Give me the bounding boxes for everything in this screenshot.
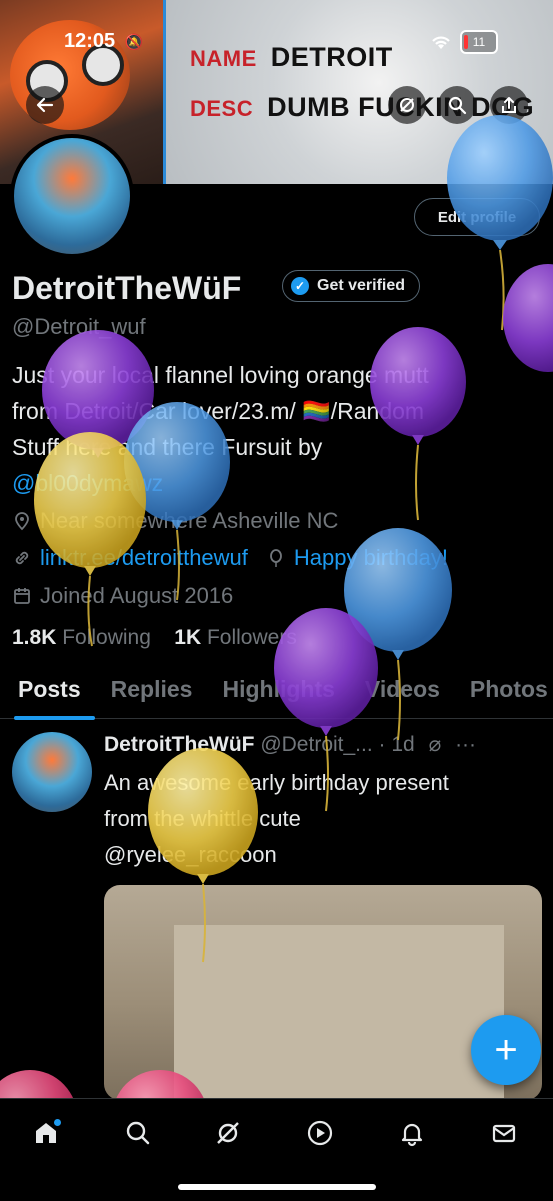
status-time: 12:05 🔕 [64, 30, 144, 52]
display-name: DetroitTheWüF [12, 270, 242, 306]
joined-text: Joined August 2016 [40, 583, 234, 608]
battery-indicator: 11 [460, 30, 498, 54]
tab-posts[interactable]: Posts [0, 670, 95, 720]
followers-link[interactable]: 1K Followers [174, 626, 297, 649]
profile-handle: @Detroit_wuf [12, 314, 146, 339]
bio-line: from Detroit/Car lover/23.m/ 🏳️‍🌈/Random [12, 398, 425, 424]
compose-button[interactable]: + [471, 1015, 541, 1085]
link-icon [15, 551, 29, 565]
share-icon [502, 97, 516, 113]
post-text-line: An awesome early birthday present [104, 770, 449, 795]
tab-highlights[interactable]: Highlights [204, 670, 346, 718]
post-time: · 1d [378, 733, 415, 756]
calendar-icon [14, 588, 30, 604]
following-link[interactable]: 1.8K Following [12, 626, 151, 649]
grok-icon[interactable]: ⌀ [429, 733, 442, 756]
get-verified-button[interactable]: ✓ Get verified [282, 270, 421, 302]
mute-icon: 🔕 [124, 34, 144, 51]
home-indicator [178, 1184, 376, 1190]
banner-name-key: NAME [190, 46, 257, 71]
mail-icon [492, 1124, 516, 1143]
edit-profile-button[interactable]: Edit profile [414, 198, 540, 236]
share-button[interactable] [490, 86, 528, 124]
balloon-yellow [34, 432, 146, 647]
balloon-icon [270, 549, 282, 567]
grok-button[interactable] [388, 86, 426, 124]
post-mention-link[interactable]: @ryelee_raccoon [104, 842, 277, 868]
location-text: Near somewhere Asheville NC [40, 508, 339, 533]
grok-icon [217, 1122, 239, 1144]
nav-notifications[interactable] [392, 1113, 432, 1153]
nav-messages[interactable] [484, 1113, 524, 1153]
location-pin-icon [15, 512, 29, 531]
profile-links-row: linktr.ee/detroitthewuf Happy birthday! [12, 545, 448, 571]
back-button[interactable] [26, 86, 64, 124]
play-icon [307, 1120, 333, 1146]
banner-name-value: DETROIT [270, 42, 393, 72]
nav-video[interactable] [300, 1113, 340, 1153]
profile-avatar[interactable] [10, 134, 134, 258]
post-author-handle: @Detroit_... [260, 733, 373, 756]
banner-name-row: NAME DETROIT [190, 42, 393, 73]
nav-home[interactable] [26, 1113, 66, 1153]
bell-icon [401, 1123, 423, 1147]
grok-icon [400, 98, 414, 112]
banner-desc-row: DESCDUMB FUCKIN DOG [190, 92, 534, 123]
follow-counts: 1.8K Following 1K Followers [12, 626, 297, 650]
search-icon [126, 1121, 150, 1145]
tab-replies[interactable]: Replies [93, 670, 205, 718]
more-options-icon[interactable]: ··· [455, 733, 476, 756]
get-verified-label: Get verified [317, 277, 406, 294]
birthday-link[interactable]: Happy birthday! [294, 545, 448, 571]
bio-line: Stuff here and there Fursuit by [12, 434, 323, 460]
plus-icon: + [494, 1027, 518, 1072]
post-header: DetroitTheWüF @Detroit_... · 1d ⌀ ··· [104, 732, 476, 757]
verified-check-icon: ✓ [291, 277, 309, 295]
balloon-purple [503, 264, 553, 372]
nav-search[interactable] [118, 1113, 158, 1153]
post-avatar[interactable] [12, 732, 92, 812]
bio-mention-link[interactable]: @bl00dymawz [12, 470, 163, 497]
profile-joined: Joined August 2016 [12, 583, 233, 609]
search-icon [448, 96, 467, 115]
status-indicators: 11 [430, 30, 498, 54]
tab-photos[interactable]: Photos [452, 670, 553, 718]
notification-dot [54, 1119, 61, 1126]
profile-tabs: Posts Replies Highlights Videos Photos [0, 670, 553, 720]
search-button[interactable] [438, 86, 476, 124]
website-link[interactable]: linktr.ee/detroitthewuf [40, 545, 248, 571]
active-tab-indicator [14, 716, 95, 720]
nav-grok[interactable] [208, 1113, 248, 1153]
bio-line: Just your local flannel loving orange mu… [12, 362, 429, 388]
banner-desc-key: DESC [190, 96, 254, 121]
post-text-line: from the whittle cute [104, 806, 301, 831]
tab-videos[interactable]: Videos [347, 670, 452, 718]
wifi-icon [432, 36, 450, 49]
post-author-name[interactable]: DetroitTheWüF [104, 733, 254, 756]
profile-location: Near somewhere Asheville NC [12, 508, 338, 534]
back-arrow-icon [36, 97, 54, 113]
